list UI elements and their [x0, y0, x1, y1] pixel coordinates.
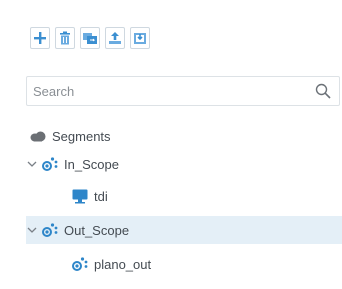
- search-input[interactable]: [33, 82, 303, 100]
- segment-icon: [42, 222, 58, 238]
- export-button[interactable]: [105, 27, 125, 49]
- import-icon: [134, 33, 146, 44]
- cloud-icon: [30, 131, 46, 142]
- tree-group-label: In_Scope: [64, 156, 119, 172]
- add-button[interactable]: [30, 27, 50, 49]
- tree-group-out-scope[interactable]: Out_Scope: [26, 216, 342, 244]
- tree-group-label: Out_Scope: [64, 222, 130, 238]
- import-button[interactable]: [130, 27, 150, 49]
- trash-icon: [60, 31, 70, 45]
- search-icon[interactable]: [315, 83, 331, 104]
- tree-item-tdi[interactable]: tdi: [72, 182, 342, 210]
- segment-icon: [42, 156, 58, 172]
- export-icon: [109, 32, 121, 44]
- search-box: [26, 76, 340, 106]
- chevron-down-icon[interactable]: [26, 224, 38, 236]
- tree-item-label: plano_out: [94, 256, 152, 272]
- plus-icon: [34, 32, 46, 44]
- tree-root-label: Segments: [52, 128, 111, 144]
- tree-item-label: tdi: [94, 188, 108, 204]
- segment-icon: [72, 256, 88, 272]
- delete-button[interactable]: [55, 27, 75, 49]
- computer-icon: [72, 189, 88, 204]
- tree-group-in-scope[interactable]: In_Scope: [26, 150, 342, 178]
- move-icon: [83, 33, 97, 44]
- toolbar: [30, 27, 150, 49]
- chevron-down-icon[interactable]: [26, 158, 38, 170]
- tree-root-segments[interactable]: Segments: [30, 122, 342, 150]
- tree-item-plano-out[interactable]: plano_out: [72, 250, 342, 278]
- move-button[interactable]: [80, 27, 100, 49]
